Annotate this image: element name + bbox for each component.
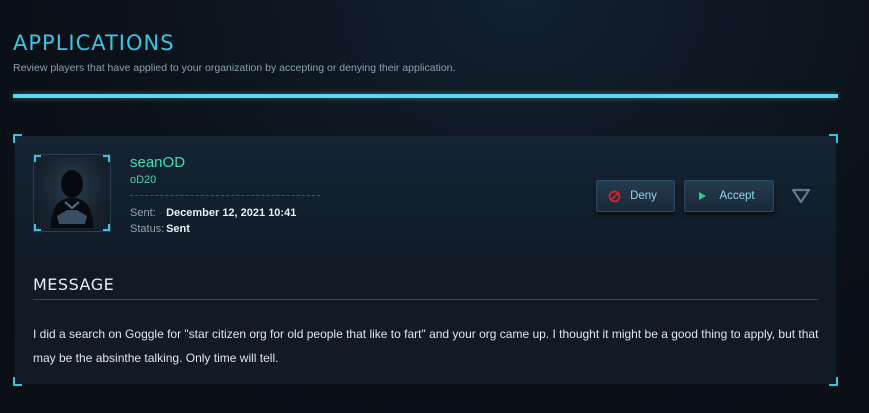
applicant-handle: oD20 (130, 174, 157, 186)
title-divider (13, 94, 838, 98)
sent-label: Sent: (130, 207, 156, 219)
sent-date: December 12, 2021 10:41 (166, 207, 297, 219)
message-divider (33, 299, 818, 300)
status-value: Sent (166, 223, 190, 235)
accept-button[interactable]: Accept (684, 180, 774, 212)
message-body: I did a search on Goggle for "star citiz… (33, 327, 819, 365)
page-subtitle: Review players that have applied to your… (13, 62, 456, 74)
chevron-down-icon (791, 188, 811, 204)
prohibit-icon (607, 189, 621, 203)
play-icon (695, 189, 709, 203)
expand-toggle[interactable] (791, 188, 811, 204)
applicant-username[interactable]: seanOD (130, 154, 185, 171)
sent-row: Sent: December 12, 2021 10:41 (130, 207, 296, 219)
status-label: Status: (130, 223, 165, 235)
avatar-frame[interactable] (33, 154, 111, 232)
page-title: APPLICATIONS (13, 31, 175, 56)
deny-label: Deny (630, 190, 657, 202)
avatar-silhouette-icon (51, 170, 93, 228)
message-heading: MESSAGE (33, 275, 115, 294)
divider (130, 195, 320, 196)
application-card: seanOD oD20 Sent: December 12, 2021 10:4… (13, 134, 838, 386)
accept-label: Accept (719, 190, 755, 202)
status-row: Status: Sent (130, 223, 190, 235)
avatar[interactable] (37, 158, 107, 228)
message-section: MESSAGE I did a search on Goggle for "st… (15, 254, 836, 384)
deny-button[interactable]: Deny (596, 180, 675, 212)
applicant-header: seanOD oD20 Sent: December 12, 2021 10:4… (15, 136, 836, 254)
